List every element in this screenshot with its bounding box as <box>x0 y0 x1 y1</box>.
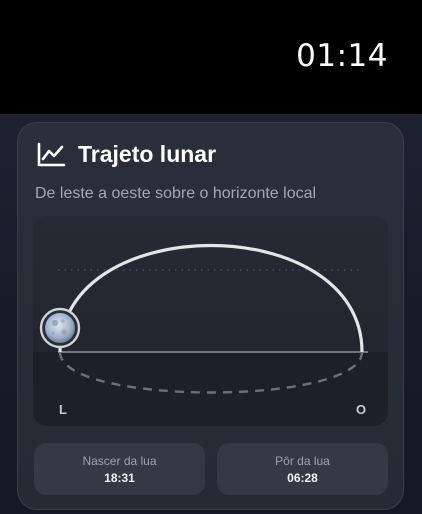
status-clock: 01:14 <box>296 38 388 74</box>
card-title: Trajeto lunar <box>78 141 217 167</box>
line-chart-icon <box>37 142 66 166</box>
moon-path-plot: L O <box>33 216 388 426</box>
moon-times: Nascer da lua 18:31 Pôr da lua 06:28 <box>34 443 388 495</box>
moon-arc-above <box>58 244 364 353</box>
status-bar: 01:14 <box>0 0 422 114</box>
moonrise-label: Nascer da lua <box>82 454 157 468</box>
moonset-tile[interactable]: Pôr da lua 06:28 <box>217 443 388 495</box>
card-subtitle: De leste a oeste sobre o horizonte local <box>35 185 317 202</box>
east-label: L <box>59 402 67 417</box>
moon-path-card[interactable]: Trajeto lunar De leste a oeste sobre o h… <box>17 122 404 510</box>
moon-path-svg <box>33 244 388 426</box>
below-horizon-area <box>33 352 388 426</box>
moonset-label: Pôr da lua <box>275 454 330 468</box>
moonset-time: 06:28 <box>287 471 318 485</box>
moonrise-time: 18:31 <box>104 471 135 485</box>
card-header: Trajeto lunar <box>36 141 216 168</box>
moonrise-tile[interactable]: Nascer da lua 18:31 <box>34 443 205 495</box>
moon-icon <box>39 307 81 349</box>
west-label: O <box>356 402 367 417</box>
